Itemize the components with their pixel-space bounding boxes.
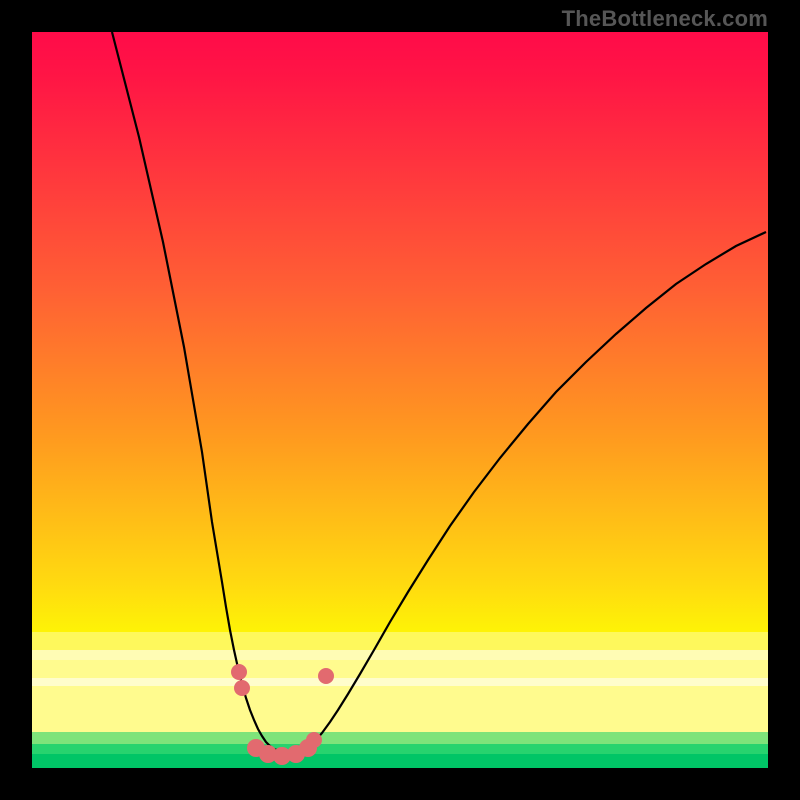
- plot-area: [32, 32, 768, 768]
- data-dot: [318, 668, 334, 684]
- data-dot: [234, 680, 250, 696]
- outer-frame: TheBottleneck.com: [0, 0, 800, 800]
- data-dot: [306, 732, 322, 748]
- bottleneck-curve: [32, 32, 768, 768]
- watermark-text: TheBottleneck.com: [562, 6, 768, 32]
- data-dot: [231, 664, 247, 680]
